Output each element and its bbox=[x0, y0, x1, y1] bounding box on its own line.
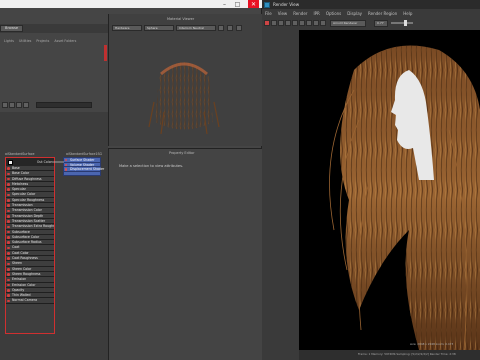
menu-options[interactable]: Options bbox=[326, 11, 341, 16]
shape-dropdown[interactable]: Sphere bbox=[144, 25, 174, 31]
property-editor-panel: Property Editor Make a selection to view… bbox=[108, 148, 262, 360]
shading-group-title: aiStandardSurface1SG bbox=[66, 152, 103, 156]
material-viewer-title: Material Viewer bbox=[167, 17, 195, 21]
zoom-icon[interactable] bbox=[306, 20, 312, 26]
alpha-channel-icon[interactable] bbox=[299, 20, 305, 26]
property-editor-title: Property Editor bbox=[169, 151, 195, 155]
material-viewer-toolbar: Hardware Sphere Interior1 Neutral bbox=[112, 24, 262, 32]
graph-tool-icon[interactable] bbox=[23, 102, 29, 108]
menu-help[interactable]: Help bbox=[403, 11, 412, 16]
render-icon[interactable] bbox=[264, 20, 270, 26]
render-view-window: Render View File View Render IPR Options Disp… bbox=[262, 0, 480, 360]
browser-subtabs: Lights Utilities Projects Asset Folders bbox=[0, 38, 108, 44]
exposure-field[interactable]: 0.77 bbox=[374, 19, 388, 27]
remove-image-icon[interactable] bbox=[320, 20, 326, 26]
graph-tool-icon[interactable] bbox=[16, 102, 22, 108]
menu-ipr[interactable]: IPR bbox=[313, 11, 319, 16]
maya-logo-icon bbox=[264, 1, 270, 8]
render-region-icon[interactable] bbox=[278, 20, 284, 26]
menu-render[interactable]: Render bbox=[293, 11, 307, 16]
refresh-icon[interactable] bbox=[227, 25, 233, 31]
menu-render-region[interactable]: Render Region bbox=[368, 11, 397, 16]
render-view-title: Render View bbox=[273, 2, 300, 7]
node-attribute[interactable]: Normal Camera bbox=[6, 298, 54, 304]
connection-wire bbox=[52, 161, 64, 163]
subtab-lights[interactable]: Lights bbox=[4, 39, 14, 43]
graph-tool-icon[interactable] bbox=[9, 102, 15, 108]
graph-tool-icon[interactable] bbox=[2, 102, 8, 108]
subtab-asset-folders[interactable]: Asset Folders bbox=[54, 39, 76, 43]
render-view-titlebar: Render View bbox=[262, 0, 480, 9]
node-attribute-list: Base Base Color Diffuse Roughness Metalness… bbox=[6, 166, 54, 304]
menu-file[interactable]: File bbox=[265, 11, 272, 16]
snapshot-icon[interactable] bbox=[285, 20, 291, 26]
ipr-render-icon[interactable] bbox=[271, 20, 277, 26]
browser-toolbar: Browse bbox=[0, 24, 108, 33]
render-status-right: Frame: 1 Memory: 5974Mb Sampling: [5/2/2… bbox=[358, 352, 456, 356]
red-scroll-indicator[interactable] bbox=[104, 45, 107, 61]
graph-search-input[interactable] bbox=[36, 102, 92, 108]
render-canvas[interactable] bbox=[299, 30, 480, 350]
pause-icon[interactable] bbox=[236, 25, 242, 31]
env-dropdown[interactable]: Interior1 Neutral bbox=[176, 25, 216, 31]
node-header[interactable]: Out Color bbox=[6, 158, 54, 166]
graph-toolbar bbox=[0, 101, 108, 109]
render-status-left: size: 2048 x 2048 zoom: 0.473 bbox=[410, 342, 454, 346]
exposure-slider[interactable] bbox=[391, 20, 413, 26]
hypershade-window: – □ ✕ Browse Lights Utilities Projects A… bbox=[0, 0, 262, 360]
property-editor-message: Make a selection to view attributes. bbox=[119, 164, 184, 168]
material-preview-image bbox=[148, 62, 220, 135]
hypershade-titlebar: – □ ✕ bbox=[0, 0, 262, 8]
maximize-icon[interactable]: □ bbox=[232, 0, 243, 8]
settings-icon[interactable] bbox=[218, 25, 224, 31]
rgb-channel-icon[interactable] bbox=[292, 20, 298, 26]
render-view-menubar: File View Render IPR Options Display Render Re… bbox=[262, 10, 480, 17]
node-icon bbox=[8, 159, 13, 165]
keep-image-icon[interactable] bbox=[313, 20, 319, 26]
material-viewer-panel: Material Viewer Hardware Sphere Interior… bbox=[108, 14, 262, 146]
node-graph[interactable]: Out Color Base Base Color Diffuse Roughnes… bbox=[0, 112, 108, 360]
renderer-dropdown[interactable]: Hardware bbox=[112, 25, 142, 31]
render-preset-dropdown[interactable]: Arnold Renderer bbox=[330, 19, 366, 27]
menu-view[interactable]: View bbox=[278, 11, 288, 16]
shading-group-node[interactable]: Surface Shader Volume Shader Displacemen… bbox=[63, 157, 104, 176]
render-view-toolbar: Arnold Renderer 0.77 bbox=[262, 18, 480, 28]
tab-browse[interactable]: Browse bbox=[0, 25, 24, 32]
rendered-hair-image bbox=[329, 45, 480, 350]
minimize-icon[interactable]: – bbox=[219, 0, 230, 8]
sg-slot-displacement[interactable]: Displacement Shader bbox=[64, 167, 104, 172]
node-title: aiStandardSurface bbox=[5, 152, 35, 156]
subtab-projects[interactable]: Projects bbox=[36, 39, 49, 43]
menu-display[interactable]: Display bbox=[347, 11, 362, 16]
aistandardsurface-node[interactable]: Out Color Base Base Color Diffuse Roughnes… bbox=[5, 157, 55, 334]
subtab-utilities[interactable]: Utilities bbox=[19, 39, 31, 43]
close-icon[interactable]: ✕ bbox=[248, 0, 259, 8]
